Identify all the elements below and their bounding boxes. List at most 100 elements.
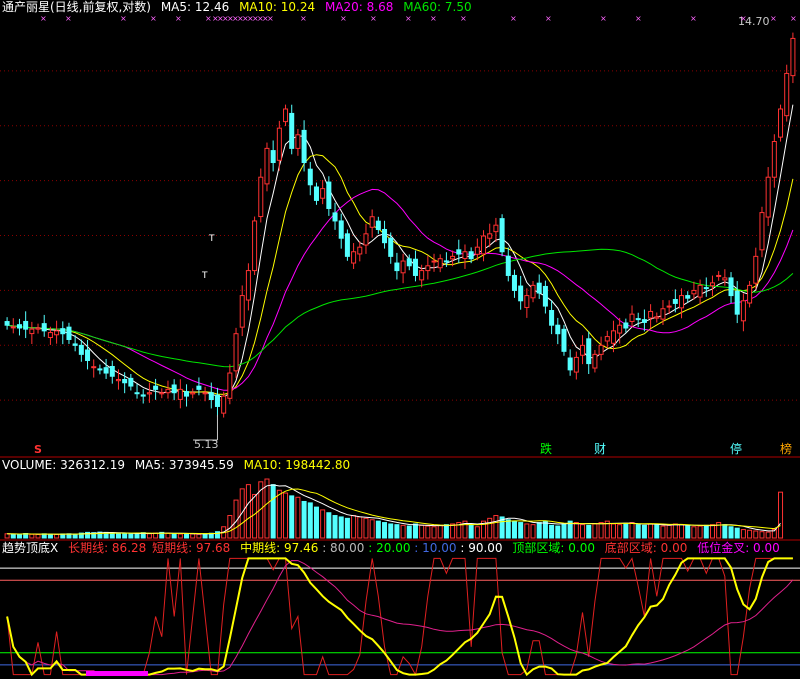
x-marker: × (510, 14, 517, 23)
volume-bar (703, 524, 709, 539)
candle-body (190, 392, 196, 395)
volume-bar (511, 520, 517, 539)
volume-bar (623, 522, 629, 539)
volume-bar (344, 517, 350, 539)
candle-body (109, 365, 115, 377)
volume-bar (16, 533, 22, 539)
candle-body (481, 235, 487, 255)
volume-bar (728, 526, 734, 539)
candle-body (115, 378, 121, 382)
volume-bar (307, 502, 313, 539)
candle-body (202, 392, 208, 395)
volume-bar (295, 496, 301, 539)
candle-body (406, 258, 412, 267)
volume-bar (697, 525, 703, 539)
volume-bar (740, 529, 746, 539)
x-marker: × (430, 14, 437, 23)
x-marker: × (340, 14, 347, 23)
candle-body (555, 324, 561, 335)
candle-body (245, 270, 251, 301)
volume-bar (641, 524, 647, 539)
t-mark-1: T (208, 234, 215, 244)
volume-bar (171, 533, 177, 539)
volume-bar (165, 532, 171, 539)
volume-bar (382, 522, 388, 539)
volume-bar (146, 533, 152, 539)
volume-bar (122, 533, 128, 539)
candle-body (623, 322, 629, 329)
volume-bar (338, 516, 344, 539)
x-marker: × (635, 14, 642, 23)
candle-body (443, 260, 449, 263)
volume-bar (128, 533, 134, 539)
candle-body (369, 216, 375, 228)
volume-bar (276, 489, 282, 539)
candle-body (765, 176, 771, 218)
candle-body (784, 72, 790, 117)
candle-body (85, 349, 91, 361)
candle-body (276, 127, 282, 161)
volume-bar (518, 522, 524, 539)
candle-body (505, 255, 511, 276)
x-marker: × (300, 14, 307, 23)
volume-bar (351, 515, 357, 539)
candle-body (573, 356, 579, 373)
volume-bar (586, 524, 592, 539)
candle-body (332, 212, 338, 222)
candle-body (214, 394, 220, 407)
volume-bar (177, 533, 183, 539)
x-marker: × (40, 14, 47, 23)
volume-bar (252, 493, 258, 539)
marker-die: 跌 (540, 441, 552, 456)
bottom-zone-bar (86, 671, 148, 676)
volume-bar (487, 517, 493, 539)
volume-bar (369, 519, 375, 539)
candle-body (29, 328, 35, 335)
volume-bar (320, 509, 326, 539)
volume-bar (450, 523, 456, 539)
candle-body (654, 316, 660, 319)
x-marker: × (405, 14, 412, 23)
candle-body (629, 313, 635, 322)
candle-body (41, 323, 47, 332)
volume-bar (313, 506, 319, 539)
candle-body (357, 246, 363, 255)
candle-body (91, 366, 97, 369)
volume-bar (549, 524, 555, 539)
candle-body (283, 108, 289, 123)
candle-body (270, 150, 276, 164)
volume-bar (648, 523, 654, 539)
marker-ting: 停 (730, 441, 742, 456)
candle-body (759, 212, 765, 251)
candle-body (295, 134, 301, 149)
candle-body (709, 282, 715, 287)
candle-body (771, 141, 777, 178)
volume-bars (4, 478, 784, 539)
stock-chart[interactable]: 14.70 5.13 S 跌 财 停 榜 T T × × × × × × × × × × × × × × ×… (0, 0, 800, 679)
volume-bar (722, 524, 728, 539)
candle-body (468, 251, 474, 260)
candle-body (685, 295, 691, 299)
candle-body (97, 368, 103, 371)
volume-bar (505, 519, 511, 539)
candle-body (536, 282, 542, 294)
x-marker: × (460, 14, 467, 23)
candle-body (375, 220, 381, 230)
candle-body (598, 344, 604, 355)
candle-body (47, 332, 53, 339)
volume-bar (753, 530, 759, 539)
volume-bar (580, 524, 586, 539)
candle-body (134, 392, 140, 395)
candle-body (666, 305, 672, 308)
volume-bar (394, 524, 400, 539)
candle-body (542, 285, 548, 307)
candle-body (437, 258, 443, 269)
volume-bar (47, 533, 53, 539)
volume-bar (474, 526, 480, 539)
candle-body (128, 377, 134, 387)
volume-bar (326, 512, 332, 539)
volume-bar (301, 500, 307, 539)
candle-body (511, 274, 517, 291)
volume-bar (270, 484, 276, 539)
candle-body (23, 320, 29, 330)
